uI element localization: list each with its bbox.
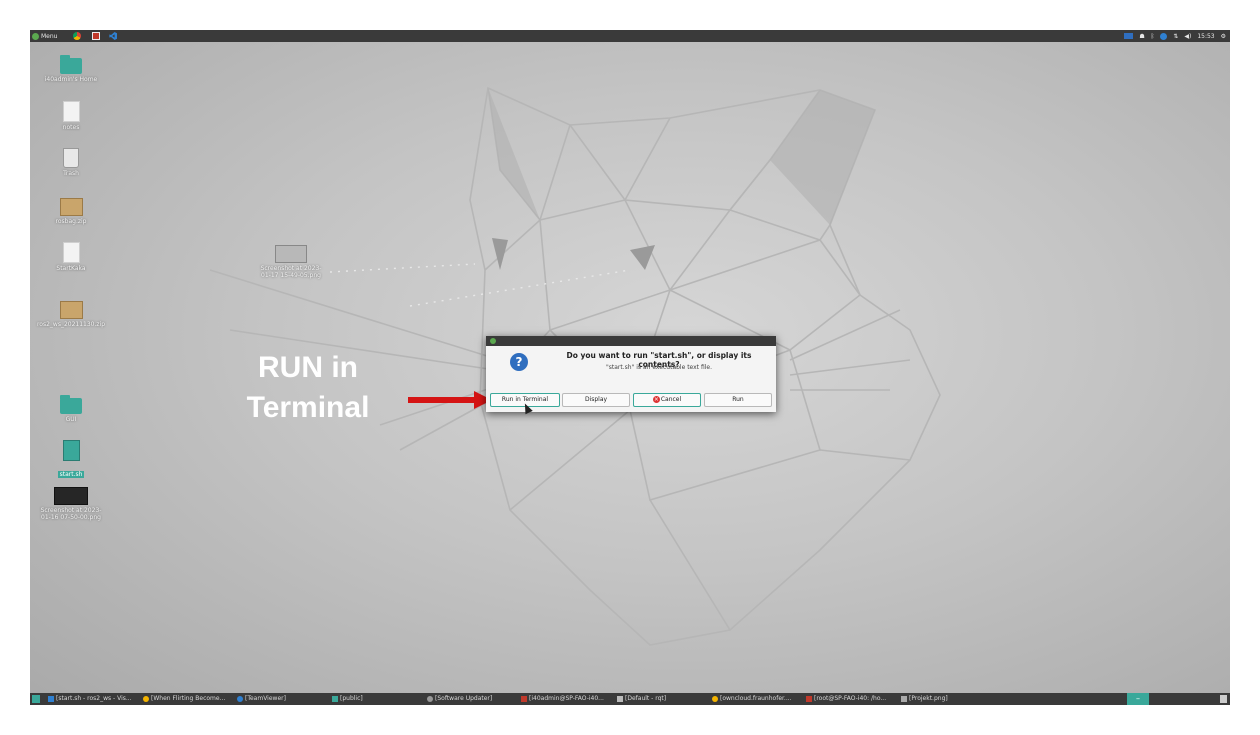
annotation-text: RUN in Terminal — [226, 348, 390, 428]
taskbar-label: [i40admin@SP-FAO-i40... — [529, 695, 604, 702]
terminal-icon — [92, 32, 100, 40]
chrome-icon — [73, 32, 81, 40]
text-file-icon — [62, 242, 80, 263]
workspace-icon[interactable] — [1124, 33, 1134, 39]
chrome-icon — [143, 696, 149, 702]
taskbar-label: [When Flirting Become... — [151, 695, 226, 702]
taskbar-item[interactable]: [TeamViewer] — [237, 693, 286, 705]
network-icon[interactable]: ⇅ — [1173, 33, 1178, 40]
volume-icon[interactable]: ◀) — [1184, 33, 1191, 40]
desktop-icon-label: StartKaka — [56, 265, 86, 272]
taskbar-label: [root@SP-FAO-i40: /ho... — [814, 695, 887, 702]
annotation-arrow-shaft — [408, 397, 478, 403]
desktop-icon-label: Screenshot at 2023-01-16 07-50-00.png — [40, 507, 102, 521]
menu-label: Menu — [41, 32, 58, 40]
power-icon[interactable]: ⚙ — [1221, 33, 1226, 40]
desktop-icon-startkaka[interactable]: StartKaka — [36, 242, 106, 272]
home-folder-icon — [60, 55, 82, 74]
taskbar-label: [public] — [340, 695, 363, 702]
taskbar-item[interactable]: [root@SP-FAO-i40: /ho... — [806, 693, 886, 705]
terminal-icon — [521, 696, 527, 702]
desktop-icon-screenshot[interactable]: Screenshot at 2023-01-16 07-50-00.png — [36, 487, 106, 521]
cancel-icon: × — [652, 396, 660, 403]
run-dialog: ? Do you want to run "start.sh", or disp… — [486, 336, 776, 412]
desktop-icon-label: ros2_ws_20211130.zip — [36, 321, 106, 328]
teamviewer-icon — [237, 696, 243, 702]
taskbar-label: [owncloud.fraunhofer.... — [720, 695, 792, 702]
show-desktop-icon[interactable] — [32, 695, 40, 703]
desktop-icon-gui[interactable]: GUI — [36, 395, 106, 423]
desktop-icon-notes[interactable]: notes — [36, 101, 106, 131]
desktop-icon-trash[interactable]: Trash — [36, 148, 106, 177]
taskbar-label: [Default - rqt] — [625, 695, 667, 702]
folder-icon — [60, 395, 82, 414]
taskbar-item[interactable]: [public] — [332, 693, 363, 705]
taskbar-label: [start.sh - ros2_ws - Vis... — [56, 695, 132, 702]
taskbar-item[interactable]: [When Flirting Become... — [143, 693, 225, 705]
desktop-icon-label: Trash — [63, 170, 79, 177]
taskbar-label: [Software Updater] — [435, 695, 493, 702]
desktop-icon-ros2-archive[interactable]: ros2_ws_20211130.zip — [36, 301, 106, 328]
chrome-launcher[interactable] — [72, 31, 82, 41]
desktop-icon-home[interactable]: i40admin's Home — [36, 55, 106, 83]
annotation-line-2: Terminal — [246, 391, 370, 424]
cancel-label: Cancel — [660, 396, 682, 403]
taskbar-label: [Projekt.png] — [909, 695, 948, 702]
desktop-icon-screenshot-middle[interactable]: Screenshot at 2023-01-17 15-49-05.png — [256, 245, 326, 279]
dialog-titlebar[interactable] — [486, 336, 776, 346]
taskbar-item[interactable]: [start.sh - ros2_ws - Vis... — [48, 693, 132, 705]
top-panel: Menu ☗ ᛒ ⇅ ◀) 15:53 ⚙ — [30, 30, 1230, 42]
question-icon: ? — [510, 353, 528, 371]
annotation-line-1: RUN in — [258, 351, 358, 384]
script-file-icon — [62, 440, 80, 461]
desktop-icon-start-sh[interactable]: start.sh — [36, 440, 106, 480]
cancel-button[interactable]: × Cancel — [633, 393, 701, 407]
taskbar-item[interactable]: [Projekt.png] — [901, 693, 948, 705]
taskbar-item[interactable]: [Software Updater] — [427, 693, 492, 705]
bluetooth-icon[interactable]: ᛒ — [1151, 33, 1155, 40]
vscode-icon — [109, 32, 117, 40]
menu-icon — [32, 32, 39, 40]
desktop-icon-label: i40admin's Home — [44, 76, 98, 83]
rqt-icon — [617, 696, 623, 702]
image-file-icon — [54, 487, 88, 505]
desktop-icon-label: GUI — [65, 416, 77, 423]
teamviewer-tray-icon[interactable] — [1160, 32, 1168, 40]
terminal-launcher[interactable] — [91, 31, 101, 41]
archive-icon — [59, 301, 83, 319]
display-button[interactable]: Display — [562, 393, 630, 407]
bottom-panel: [start.sh - ros2_ws - Vis... [When Flirt… — [30, 693, 1230, 705]
image-file-icon — [275, 245, 307, 263]
desktop-icon-label: rosbag.zip — [55, 218, 87, 225]
updater-icon — [427, 696, 433, 702]
vscode-launcher[interactable] — [108, 31, 118, 41]
archive-icon — [59, 198, 83, 216]
system-tray: ☗ ᛒ ⇅ ◀) 15:53 ⚙ — [1124, 30, 1226, 42]
taskbar-item[interactable]: [i40admin@SP-FAO-i40... — [521, 693, 604, 705]
desktop-icon-rosbag[interactable]: rosbag.zip — [36, 198, 106, 225]
chrome-icon — [712, 696, 718, 702]
image-icon — [901, 696, 907, 702]
desktop-icon-label: notes — [62, 124, 80, 131]
desktop-icon-label: Screenshot at 2023-01-17 15-49-05.png — [260, 265, 322, 279]
text-file-icon — [62, 101, 80, 122]
workspace-indicator[interactable]: – — [1127, 693, 1149, 705]
app-icon — [490, 338, 496, 344]
folder-icon — [332, 696, 338, 702]
vscode-icon — [48, 696, 54, 702]
trash-icon — [63, 148, 79, 168]
clock[interactable]: 15:53 — [1197, 33, 1214, 40]
terminal-icon — [806, 696, 812, 702]
menu-button[interactable]: Menu — [32, 31, 57, 41]
taskbar-label: [TeamViewer] — [245, 695, 286, 702]
run-button[interactable]: Run — [704, 393, 772, 407]
dialog-subtext: "start.sh" is an executable text file. — [606, 364, 712, 371]
taskbar-item[interactable]: [owncloud.fraunhofer.... — [712, 693, 792, 705]
notification-icon[interactable]: ☗ — [1139, 33, 1144, 40]
desktop-screen: Menu ☗ ᛒ ⇅ ◀) 15:53 ⚙ i40admin's Home no… — [30, 30, 1230, 705]
trash-icon[interactable] — [1220, 695, 1227, 703]
desktop-icon-label: start.sh — [57, 471, 85, 478]
taskbar-item[interactable]: [Default - rqt] — [617, 693, 666, 705]
